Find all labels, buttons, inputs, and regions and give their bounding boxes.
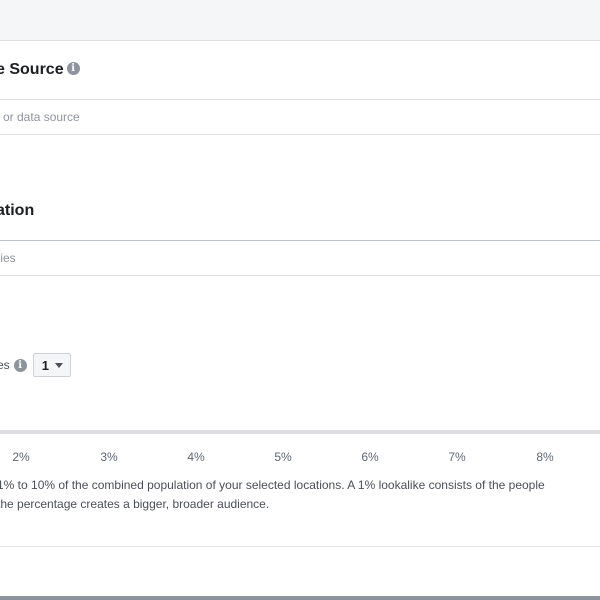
audience-count-label: es [0,358,10,372]
top-bar [0,0,600,41]
slider-tick-label: 4% [187,450,205,464]
bottom-divider [0,546,600,547]
source-title-text: e Source [0,61,64,78]
slider-tick-label: 7% [448,450,466,464]
location-input[interactable] [0,241,583,275]
slider-tick-label: 8% [536,450,554,464]
source-input[interactable] [0,100,583,134]
audience-size-slider[interactable] [0,430,600,434]
bottom-bar [0,596,600,600]
location-title-text: ation [0,202,35,219]
audience-count-value: 1 [41,357,49,373]
location-field[interactable] [0,240,600,276]
audience-count-select[interactable]: 1 [32,353,71,377]
audience-size-description: 1% to 10% of the combined population of … [0,476,600,514]
description-line: the percentage creates a bigger, broader… [0,497,270,511]
audience-count-row: es i 1 [0,353,71,377]
source-section-title: e Source i [0,61,80,79]
source-info-icon[interactable]: i [66,62,80,76]
slider-tick-label: 5% [274,450,292,464]
audience-count-info-icon[interactable]: i [13,358,27,372]
source-field[interactable] [0,99,600,135]
lookalike-audience-panel: e Sourcei ation es i 1 2% 3% 4% 5% 6% 7%… [0,0,600,600]
slider-tick-label: 3% [100,450,118,464]
slider-tick-label: 2% [12,450,30,464]
location-section-title: ation [0,202,34,220]
description-line: 1% to 10% of the combined population of … [0,478,545,492]
chevron-down-icon [54,362,63,368]
slider-tick-label: 6% [361,450,379,464]
